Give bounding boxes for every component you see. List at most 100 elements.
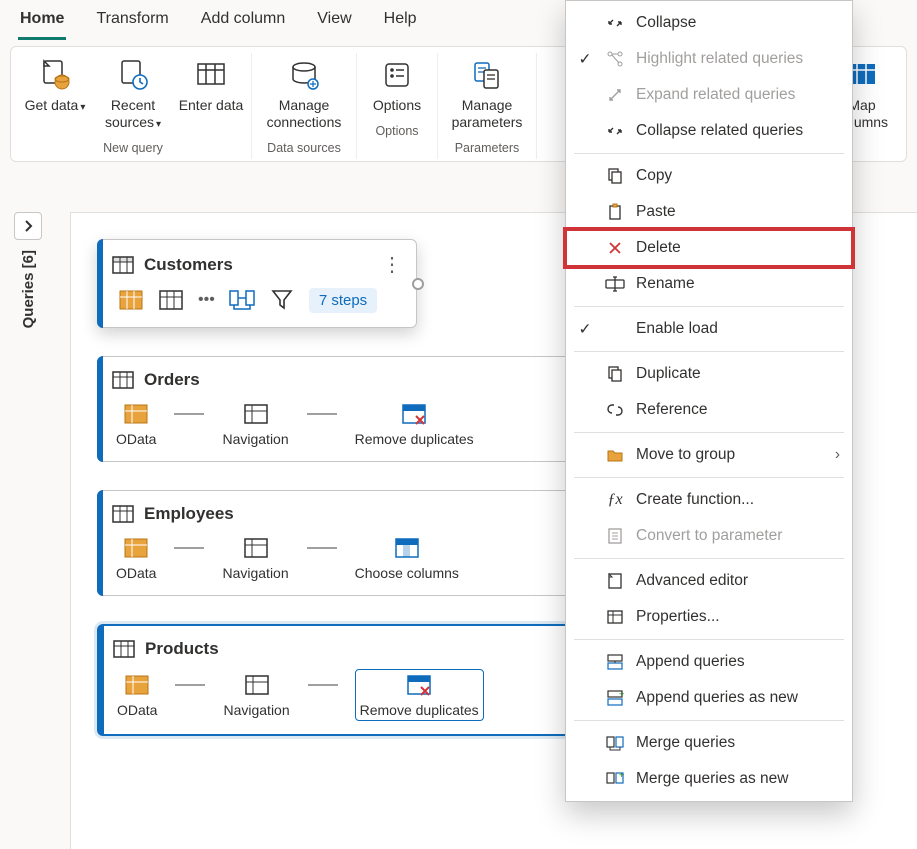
step-remove-duplicates[interactable]: Remove duplicates [355, 401, 474, 447]
menu-collapse[interactable]: Collapse [566, 5, 852, 41]
step-odata[interactable]: OData [116, 401, 156, 447]
menu-convert-to-parameter[interactable]: Convert to parameter [566, 518, 852, 554]
menu-merge-queries[interactable]: Merge queries [566, 725, 852, 761]
recent-sources-button[interactable]: Recent sources▾ [97, 53, 169, 135]
manage-parameters-label: Manage parameters [444, 97, 530, 131]
step-label: Choose columns [355, 565, 459, 581]
query-title: Products [145, 639, 219, 659]
menu-rename[interactable]: Rename [566, 266, 852, 302]
step-label: OData [117, 702, 157, 718]
menu-label: Highlight related queries [636, 50, 803, 68]
svg-text:+: + [619, 689, 624, 699]
query-title: Orders [144, 370, 200, 390]
query-card-products[interactable]: + Products OData Navigation Remove dupli… [97, 624, 617, 736]
recent-sources-label: Recent sources [105, 97, 155, 130]
table-icon [113, 638, 135, 660]
menu-label: Expand related queries [636, 86, 795, 104]
step-navigation[interactable]: Navigation [222, 535, 288, 581]
menu-copy[interactable]: Copy [566, 158, 852, 194]
tab-add-column[interactable]: Add column [199, 4, 288, 40]
svg-text:+: + [619, 770, 624, 780]
expand-queries-button[interactable] [14, 212, 42, 240]
query-title: Employees [144, 504, 234, 524]
delete-icon [604, 237, 626, 259]
step-navigation[interactable]: Navigation [222, 401, 288, 447]
append-icon [604, 651, 626, 673]
menu-append-queries-new[interactable]: + Append queries as new [566, 680, 852, 716]
queries-side-panel: Queries [6] [10, 212, 46, 328]
collapse-icon [604, 12, 626, 34]
duplicate-icon [604, 363, 626, 385]
tab-transform[interactable]: Transform [94, 4, 170, 40]
menu-label: Append queries as new [636, 689, 798, 707]
menu-duplicate[interactable]: Duplicate [566, 356, 852, 392]
editor-icon [604, 570, 626, 592]
context-menu: Collapse ✓ Highlight related queries Exp… [565, 0, 853, 802]
more-icon[interactable]: ⋮ [382, 252, 402, 277]
options-label: Options [373, 97, 421, 114]
step-odata[interactable]: OData [116, 535, 156, 581]
get-data-button[interactable]: Get data▾ [19, 53, 91, 118]
step-label: OData [116, 431, 156, 447]
step-odata[interactable]: OData [117, 672, 157, 718]
odata-source-icon [118, 287, 144, 313]
menu-label: Advanced editor [636, 572, 748, 590]
menu-collapse-related[interactable]: Collapse related queries [566, 113, 852, 149]
menu-append-queries[interactable]: Append queries [566, 644, 852, 680]
table-icon [112, 254, 134, 276]
check-icon: ✓ [576, 320, 594, 339]
menu-label: Merge queries as new [636, 770, 789, 788]
query-card-orders[interactable]: Orders OData Navigation Remove duplicate… [97, 356, 617, 462]
table-step-icon [158, 287, 184, 313]
rename-icon [604, 273, 626, 295]
enter-data-icon [193, 57, 229, 93]
menu-enable-load[interactable]: ✓ Enable load [566, 311, 852, 347]
options-button[interactable]: Options [361, 53, 433, 118]
enter-data-button[interactable]: Enter data [175, 53, 247, 118]
menu-merge-queries-new[interactable]: + Merge queries as new [566, 761, 852, 797]
menu-highlight-related[interactable]: ✓ Highlight related queries [566, 41, 852, 77]
menu-label: Collapse [636, 14, 696, 32]
menu-expand-related[interactable]: Expand related queries [566, 77, 852, 113]
menu-paste[interactable]: Paste [566, 194, 852, 230]
query-card-employees[interactable]: Employees OData Navigation Choose column… [97, 490, 617, 596]
menu-label: Reference [636, 401, 708, 419]
menu-move-to-group[interactable]: Move to group › [566, 437, 852, 473]
step-label: Navigation [222, 431, 288, 447]
chevron-right-icon: › [835, 446, 840, 464]
merge-icon [604, 732, 626, 754]
menu-label: Merge queries [636, 734, 735, 752]
menu-properties[interactable]: Properties... [566, 599, 852, 635]
chevron-down-icon: ▾ [156, 119, 161, 130]
expand-icon [604, 84, 626, 106]
manage-parameters-button[interactable]: Manage parameters [442, 53, 532, 135]
steps-badge[interactable]: 7 steps [309, 288, 377, 313]
table-icon [112, 503, 134, 525]
menu-delete[interactable]: Delete [566, 230, 852, 266]
ribbon-group-label: New query [103, 141, 163, 155]
manage-connections-button[interactable]: Manage connections [256, 53, 352, 135]
get-data-label: Get data [25, 97, 79, 113]
manage-connections-label: Manage connections [258, 97, 350, 131]
tab-home[interactable]: Home [18, 4, 66, 40]
queries-panel-title: Queries [6] [20, 250, 37, 328]
reference-icon [604, 399, 626, 421]
query-card-customers[interactable]: Customers ⋮ ••• 7 steps [97, 239, 417, 328]
step-choose-columns[interactable]: Choose columns [355, 535, 459, 581]
properties-icon [604, 606, 626, 628]
tab-view[interactable]: View [315, 4, 353, 40]
check-icon: ✓ [576, 50, 594, 69]
step-navigation[interactable]: Navigation [223, 672, 289, 718]
ribbon-group-parameters: Manage parameters Parameters [438, 53, 537, 159]
copy-icon [604, 165, 626, 187]
menu-label: Create function... [636, 491, 754, 509]
menu-advanced-editor[interactable]: Advanced editor [566, 563, 852, 599]
menu-reference[interactable]: Reference [566, 392, 852, 428]
ribbon-group-label: Parameters [455, 141, 520, 155]
tab-help[interactable]: Help [382, 4, 419, 40]
menu-label: Convert to parameter [636, 527, 782, 545]
ellipsis-icon[interactable]: ••• [198, 291, 215, 309]
step-remove-duplicates[interactable]: Remove duplicates [356, 670, 483, 720]
merge-icon [229, 287, 255, 313]
menu-create-function[interactable]: ƒx Create function... [566, 482, 852, 518]
